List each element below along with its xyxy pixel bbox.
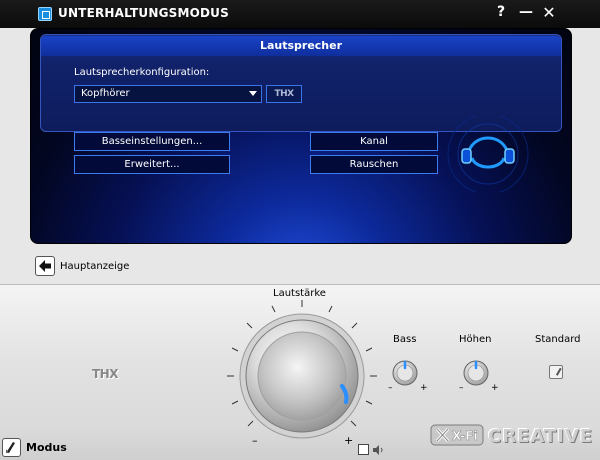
volume-min-label: –	[252, 434, 258, 447]
mode-button[interactable]	[2, 438, 21, 457]
arrow-left-icon	[39, 260, 51, 272]
help-button[interactable]: ?	[493, 4, 509, 20]
channel-button[interactable]: Kanal	[310, 132, 438, 151]
section-title: Lautsprecher	[41, 36, 561, 56]
volume-knob[interactable]	[222, 298, 382, 448]
thx-button[interactable]: THX	[266, 85, 302, 103]
title-bar: UNTERHALTUNGSMODUS ? — ✕	[0, 0, 600, 28]
chevron-down-icon	[249, 91, 257, 96]
volume-max-label: +	[344, 434, 354, 447]
treble-label: Höhen	[459, 334, 492, 345]
bass-settings-button[interactable]: Basseinstellungen...	[74, 132, 230, 151]
treble-min-label: –	[459, 383, 464, 393]
thx-logo: THX	[92, 367, 118, 381]
noise-button[interactable]: Rauschen	[310, 155, 438, 174]
advanced-button[interactable]: Erweitert...	[74, 155, 230, 174]
creative-logo: CREATIVE	[488, 426, 594, 447]
bass-label: Bass	[393, 334, 417, 345]
mode-icon	[6, 442, 15, 453]
close-button[interactable]: ✕	[541, 3, 557, 22]
back-button[interactable]	[35, 256, 55, 276]
bass-min-label: –	[388, 383, 393, 393]
xfi-logo-text: X-Fi	[452, 429, 478, 443]
mute-checkbox[interactable]	[358, 444, 369, 455]
standard-reset-button[interactable]	[549, 365, 563, 379]
speaker-config-select[interactable]: Kopfhörer	[74, 85, 262, 103]
speaker-icon	[373, 445, 383, 455]
bass-knob[interactable]	[390, 358, 420, 388]
speaker-config-label: Lautsprecherkonfiguration:	[74, 67, 210, 78]
treble-knob[interactable]	[461, 358, 491, 388]
window-title: UNTERHALTUNGSMODUS	[58, 6, 229, 20]
back-label: Hauptanzeige	[60, 261, 130, 272]
headphones-icon	[447, 116, 529, 192]
xfi-logo: X-Fi	[430, 424, 484, 446]
treble-max-label: +	[491, 383, 499, 393]
bass-max-label: +	[420, 383, 428, 393]
mode-label: Modus	[26, 441, 67, 454]
app-icon	[38, 7, 52, 21]
standard-label: Standard	[535, 334, 581, 345]
minimize-button[interactable]: —	[518, 4, 534, 20]
speaker-config-value: Kopfhörer	[81, 88, 130, 99]
